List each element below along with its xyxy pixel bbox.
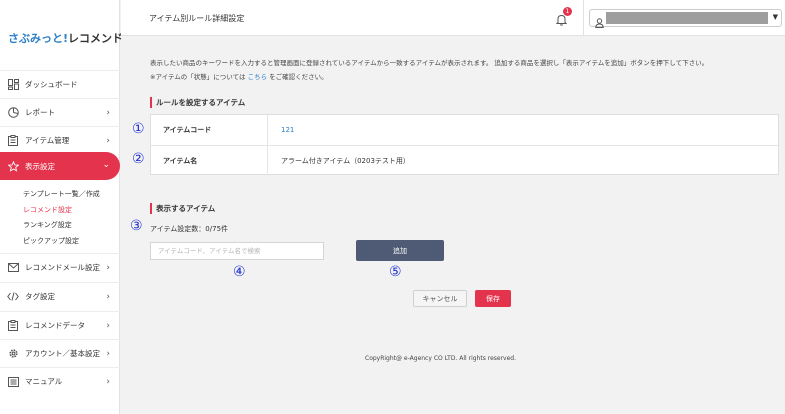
sidebar-item-dashboard[interactable]: ダッシュボード	[0, 70, 120, 98]
brand-logo[interactable]: さぶみっと!レコメンド	[8, 30, 123, 46]
sidebar-item-label: アカウント／基本設定	[25, 349, 100, 358]
save-button[interactable]: 保存	[475, 290, 511, 307]
gear-icon	[7, 348, 19, 360]
user-name-redacted	[606, 12, 768, 24]
sidebar-item-account-settings[interactable]: アカウント／基本設定 ›	[0, 339, 120, 367]
sidebar-item-display-settings[interactable]: 表示設定 ⌄	[0, 152, 120, 180]
sidebar: さぶみっと!レコメンド ダッシュボード レポート › アイテム管理 › 表示設定…	[0, 0, 123, 414]
item-code-value[interactable]: 121	[281, 115, 294, 145]
sidebar-item-label: アイテム管理	[25, 136, 70, 145]
divider	[583, 0, 584, 36]
chevron-right-icon: ›	[106, 136, 110, 146]
item-count: アイテム設定数：0/75件	[150, 225, 229, 233]
sidebar-item-label: マニュアル	[25, 377, 63, 386]
brand-part2: レコメンド	[68, 32, 124, 45]
table-row: アイテムコード 121	[151, 115, 778, 145]
footer-copyright: CopyRight@ e-Agency CO LTD. All rights r…	[365, 355, 516, 362]
chevron-down-icon: ⌄	[102, 160, 110, 170]
sidebar-item-label: レコメンドデータ	[25, 321, 85, 330]
dashboard-icon	[7, 79, 19, 91]
chevron-right-icon: ›	[106, 349, 110, 359]
clipboard-icon	[7, 135, 19, 147]
sidebar-item-label: レコメンドメール設定	[25, 263, 100, 272]
page-title: アイテム別ルール詳細設定	[149, 14, 245, 23]
caret-down-icon: ▼	[772, 13, 778, 21]
item-name-value: アラーム付きアイテム（0203テスト用）	[281, 156, 410, 165]
rule-item-table: アイテムコード 121 アイテム名 アラーム付きアイテム（0203テスト用）	[150, 114, 779, 175]
table-row: アイテム名 アラーム付きアイテム（0203テスト用）	[151, 145, 778, 175]
submenu-template-list[interactable]: テンプレート一覧／作成	[23, 189, 100, 199]
description-text: 表示したい商品のキーワードを入力すると管理画面に登録されているアイテムから一致す…	[150, 59, 709, 67]
chevron-right-icon: ›	[106, 263, 110, 273]
sidebar-item-items[interactable]: アイテム管理 ›	[0, 126, 120, 154]
sidebar-item-label: レポート	[25, 108, 55, 117]
sidebar-item-tag-settings[interactable]: タグ設定 ›	[0, 282, 120, 310]
brand-part1: さぶみっと!	[8, 32, 69, 45]
annotation-marker-1: ①	[132, 121, 145, 137]
manual-icon	[7, 376, 19, 388]
add-item-button[interactable]: 追加	[356, 240, 444, 261]
submenu-ranking-settings[interactable]: ランキング設定	[23, 220, 72, 230]
item-search-input[interactable]	[150, 242, 324, 260]
top-bar: アイテム別ルール詳細設定 1 ▼	[121, 0, 785, 36]
item-name-label: アイテム名	[151, 146, 268, 175]
notification-badge: 1	[563, 7, 572, 16]
note-prefix: ※アイテムの「状態」については	[150, 73, 246, 81]
chevron-right-icon: ›	[106, 292, 110, 302]
note-suffix: をご確認ください。	[269, 73, 328, 81]
mail-icon	[7, 262, 19, 274]
code-icon	[7, 291, 19, 303]
item-code-label: アイテムコード	[151, 115, 268, 145]
star-icon	[7, 160, 19, 172]
sidebar-item-recommend-data[interactable]: レコメンドデータ ›	[0, 311, 120, 339]
cancel-button[interactable]: キャンセル	[413, 290, 467, 307]
chevron-right-icon: ›	[106, 321, 110, 331]
pie-chart-icon	[7, 107, 19, 119]
sidebar-item-label: 表示設定	[25, 161, 55, 171]
user-menu[interactable]: ▼	[589, 9, 782, 28]
status-help-link[interactable]: こちら	[248, 73, 268, 81]
sidebar-item-report[interactable]: レポート ›	[0, 98, 120, 126]
annotation-marker-5: ⑤	[389, 264, 402, 280]
sidebar-item-label: タグ設定	[25, 292, 55, 301]
sidebar-item-recommend-mail[interactable]: レコメンドメール設定 ›	[0, 253, 120, 281]
display-section-title: 表示するアイテム	[150, 203, 215, 214]
sidebar-item-manual[interactable]: マニュアル ›	[0, 367, 120, 395]
annotation-marker-4: ④	[233, 264, 246, 280]
annotation-marker-3: ③	[130, 218, 143, 234]
submenu-recommend-settings[interactable]: レコメンド設定	[23, 205, 72, 215]
sidebar-item-label: ダッシュボード	[25, 80, 78, 89]
clipboard-list-icon	[7, 320, 19, 332]
description-note: ※アイテムの「状態」については こちら をご確認ください。	[150, 71, 328, 81]
rule-section-title: ルールを設定するアイテム	[150, 97, 245, 108]
chevron-right-icon: ›	[106, 377, 110, 387]
user-icon	[595, 13, 604, 32]
chevron-right-icon: ›	[106, 108, 110, 118]
annotation-marker-2: ②	[132, 151, 145, 167]
submenu-pickup-settings[interactable]: ピックアップ設定	[23, 236, 79, 246]
